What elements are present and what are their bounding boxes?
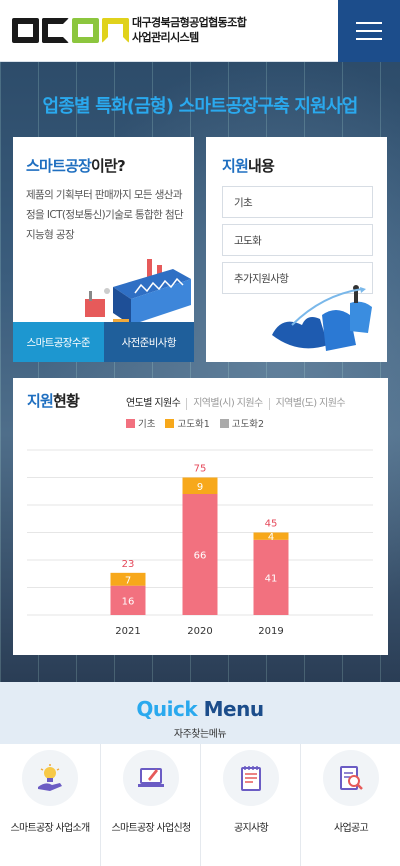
chart-data-label: 9 xyxy=(197,482,203,493)
status-title-highlight: 지원 xyxy=(27,392,54,410)
quick-menu-subtitle: 자주찾는메뉴 xyxy=(173,729,227,740)
laptop-pen-icon xyxy=(123,750,179,806)
support-content-card: 지원내용 기초 고도화 추가지원사항 xyxy=(206,137,387,362)
legend-swatch xyxy=(126,419,135,428)
org-name-line2: 사업관리시스템 xyxy=(132,31,199,44)
logo-letter-m xyxy=(102,18,129,43)
chart-x-tick-label: 2019 xyxy=(258,626,283,637)
header: 대구경북금형공업협동조합 사업관리시스템 xyxy=(0,0,400,62)
hamburger-line xyxy=(356,38,382,40)
legend-item-advanced1[interactable]: 고도화1 xyxy=(165,416,210,430)
status-title: 지원현황 xyxy=(27,390,80,411)
quick-item-label: 사업공고 xyxy=(334,823,369,834)
quick-item-label: 스마트공장 사업소개 xyxy=(10,823,91,834)
tab-yearly[interactable]: 연도별 지원수 xyxy=(126,398,186,410)
quick-menu-section: Quick Menu 자주찾는메뉴 스마트공장 사업소개 스마트공장 사업신청 … xyxy=(0,682,400,866)
quick-menu-items: 스마트공장 사업소개 스마트공장 사업신청 공지사항 사업공고 xyxy=(0,744,400,866)
support-title-highlight: 지원 xyxy=(222,157,249,175)
logo-letter-g xyxy=(42,18,69,43)
dgdm-logo[interactable] xyxy=(12,18,129,43)
org-name-line1: 대구경북금형공업협동조합 xyxy=(132,16,247,29)
quick-menu-title: Quick Menu xyxy=(0,697,400,721)
chart-data-label: 7 xyxy=(125,575,131,586)
quick-menu-title-b: Menu xyxy=(203,697,264,721)
support-item-advanced[interactable]: 고도화 xyxy=(222,224,373,256)
support-item-basic[interactable]: 기초 xyxy=(222,186,373,218)
chart-total-label: 45 xyxy=(265,519,278,530)
legend-label: 고도화2 xyxy=(231,419,265,430)
hamburger-line xyxy=(356,22,382,24)
hamburger-line xyxy=(356,30,382,32)
quick-item-label: 공지사항 xyxy=(234,823,269,834)
smart-factory-title-highlight: 스마트공장 xyxy=(26,157,92,175)
notepad-icon xyxy=(223,750,279,806)
smart-factory-title: 스마트공장이란? xyxy=(26,155,126,176)
lightbulb-hand-icon xyxy=(22,750,78,806)
smart-factory-title-rest: 이란? xyxy=(91,157,126,175)
support-title-rest: 내용 xyxy=(248,157,275,175)
chart-total-label: 75 xyxy=(194,464,207,475)
hero-title: 업종별 특화(금형) 스마트공장구축 지원사업 xyxy=(42,96,359,117)
logo-letter-d2 xyxy=(72,18,99,43)
legend-item-advanced2[interactable]: 고도화2 xyxy=(219,416,265,430)
quick-item-notice[interactable]: 공지사항 xyxy=(200,744,300,866)
tab-region-province[interactable]: 지역별(도) 지원수 xyxy=(268,398,351,410)
legend-label: 고도화1 xyxy=(177,419,210,430)
smart-factory-level-button[interactable]: 스마트공장수준 xyxy=(13,322,104,362)
legend-item-basic[interactable]: 기초 xyxy=(126,416,155,430)
chart-x-tick-label: 2020 xyxy=(187,626,212,637)
status-tabs: 연도별 지원수 지역별(시) 지원수 지역별(도) 지원수 xyxy=(126,398,351,410)
quick-item-label: 스마트공장 사업신청 xyxy=(111,823,192,834)
chart-total-label: 23 xyxy=(122,559,135,570)
org-name: 대구경북금형공업협동조합 사업관리시스템 xyxy=(132,15,247,45)
quick-item-apply[interactable]: 스마트공장 사업신청 xyxy=(100,744,200,866)
quick-item-intro[interactable]: 스마트공장 사업소개 xyxy=(0,744,100,866)
chart-legend: 기초 고도화1 고도화2 xyxy=(126,416,264,430)
legend-label: 기초 xyxy=(138,419,156,430)
legend-swatch xyxy=(219,419,229,428)
quick-item-announcement[interactable]: 사업공고 xyxy=(300,744,400,866)
legend-swatch xyxy=(165,419,175,428)
document-search-icon xyxy=(323,750,379,806)
smart-factory-buttons: 스마트공장수준 사전준비사항 xyxy=(13,322,194,362)
smart-factory-description: 제품의 기획부터 판매까지 모든 생산과정을 ICT(정보통신)기술로 통합한 … xyxy=(26,189,184,241)
quick-menu-title-a: Quick xyxy=(136,697,198,721)
puzzle-illustration xyxy=(272,285,372,351)
smart-factory-card: 스마트공장이란? 제품의 기획부터 판매까지 모든 생산과정을 ICT(정보통신… xyxy=(13,137,194,362)
support-status-card: 16 7 23 2021 66 9 75 2020 41 4 45 2019 지원현황 연도별 지원수… xyxy=(13,378,388,655)
chart-data-label: 41 xyxy=(265,573,278,584)
chart-data-label: 66 xyxy=(194,551,207,562)
preparation-button[interactable]: 사전준비사항 xyxy=(103,322,194,362)
hamburger-menu-button[interactable] xyxy=(338,0,400,62)
chart-data-label: 4 xyxy=(268,532,274,543)
logo-letter-d xyxy=(12,18,39,43)
chart-x-tick-label: 2021 xyxy=(115,626,140,637)
tab-region-city[interactable]: 지역별(시) 지원수 xyxy=(186,398,268,410)
chart-data-label: 16 xyxy=(122,596,135,607)
status-title-rest: 현황 xyxy=(53,392,80,410)
support-title: 지원내용 xyxy=(222,155,275,176)
